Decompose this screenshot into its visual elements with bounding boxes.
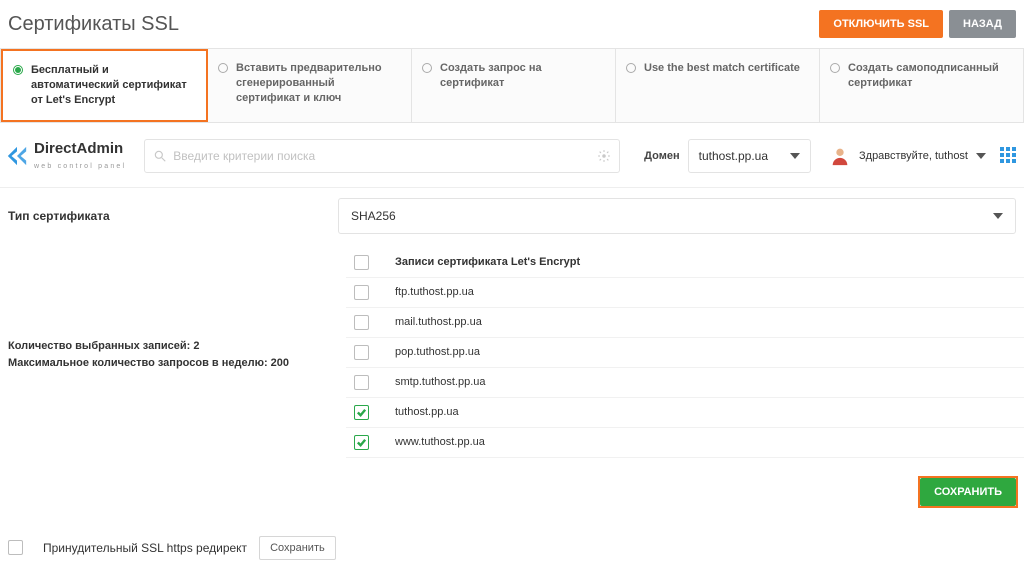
- tab-best-match[interactable]: Use the best match certificate: [616, 49, 820, 122]
- record-host: ftp.tuthost.pp.ua: [395, 286, 474, 298]
- ssl-tabs: Бесплатный и автоматический сертификат о…: [0, 48, 1024, 123]
- record-host: www.tuthost.pp.ua: [395, 436, 485, 448]
- record-checkbox[interactable]: [354, 435, 369, 450]
- tab-label: Создать запрос на сертификат: [440, 61, 605, 91]
- weekly-limit: Максимальное количество запросов в недел…: [8, 355, 346, 373]
- record-host: pop.tuthost.pp.ua: [395, 346, 480, 358]
- force-https-label: Принудительный SSL https редирект: [43, 541, 247, 555]
- record-host: mail.tuthost.pp.ua: [395, 316, 482, 328]
- radio-icon: [830, 63, 840, 73]
- record-row: ftp.tuthost.pp.ua: [346, 278, 1024, 308]
- record-checkbox[interactable]: [354, 345, 369, 360]
- tab-label: Вставить предварительно сгенерированный …: [236, 61, 401, 106]
- search-icon: [153, 149, 167, 163]
- tab-letsencrypt[interactable]: Бесплатный и автоматический сертификат о…: [1, 49, 208, 122]
- tab-self-signed[interactable]: Создать самоподписанный сертификат: [820, 49, 1023, 122]
- record-row: smtp.tuthost.pp.ua: [346, 368, 1024, 398]
- force-https-checkbox[interactable]: [8, 540, 23, 555]
- radio-icon: [13, 65, 23, 75]
- cert-type-label: Тип сертификата: [8, 209, 338, 223]
- record-host: smtp.tuthost.pp.ua: [395, 376, 486, 388]
- apps-grid-icon[interactable]: [1000, 147, 1018, 165]
- record-host: tuthost.pp.ua: [395, 406, 459, 418]
- records-table: Записи сертификата Let's Encrypt ftp.tut…: [346, 248, 1024, 458]
- chevron-down-icon: [993, 213, 1003, 219]
- domain-select[interactable]: tuthost.pp.ua: [688, 139, 811, 173]
- selected-count: Количество выбранных записей: 2: [8, 338, 346, 356]
- record-row: www.tuthost.pp.ua: [346, 428, 1024, 458]
- radio-icon: [218, 63, 228, 73]
- domain-value: tuthost.pp.ua: [699, 149, 768, 163]
- back-button[interactable]: НАЗАД: [949, 10, 1016, 38]
- logo-subtitle: web control panel: [34, 163, 126, 170]
- footer-save-button[interactable]: Сохранить: [259, 536, 336, 560]
- record-checkbox[interactable]: [354, 405, 369, 420]
- tab-paste-cert[interactable]: Вставить предварительно сгенерированный …: [208, 49, 412, 122]
- records-header: Записи сертификата Let's Encrypt: [395, 256, 580, 268]
- record-row: mail.tuthost.pp.ua: [346, 308, 1024, 338]
- logo-text: DirectAdmin: [34, 140, 126, 157]
- cert-type-value: SHA256: [351, 209, 396, 223]
- directadmin-logo-icon: [6, 145, 28, 167]
- save-button[interactable]: СОХРАНИТЬ: [920, 478, 1016, 506]
- tab-label: Use the best match certificate: [644, 61, 800, 76]
- search-input[interactable]: [173, 149, 597, 163]
- greeting: Здравствуйте, tuthost: [859, 150, 968, 162]
- gear-icon[interactable]: [597, 149, 611, 163]
- tab-csr[interactable]: Создать запрос на сертификат: [412, 49, 616, 122]
- product-logo: DirectAdmin web control panel: [6, 140, 126, 171]
- page-title: Сертификаты SSL: [8, 13, 179, 36]
- record-row: tuthost.pp.ua: [346, 398, 1024, 428]
- radio-icon: [422, 63, 432, 73]
- record-checkbox[interactable]: [354, 285, 369, 300]
- record-row: pop.tuthost.pp.ua: [346, 338, 1024, 368]
- record-checkbox[interactable]: [354, 315, 369, 330]
- tab-label: Бесплатный и автоматический сертификат о…: [31, 63, 196, 108]
- avatar-icon: [829, 145, 851, 167]
- chevron-down-icon[interactable]: [976, 153, 986, 159]
- tab-label: Создать самоподписанный сертификат: [848, 61, 1013, 91]
- chevron-down-icon: [790, 153, 800, 159]
- disable-ssl-button[interactable]: ОТКЛЮЧИТЬ SSL: [819, 10, 943, 38]
- radio-icon: [626, 63, 636, 73]
- domain-label: Домен: [644, 150, 679, 162]
- search-field[interactable]: [144, 139, 620, 173]
- select-all-checkbox[interactable]: [354, 255, 369, 270]
- cert-type-select[interactable]: SHA256: [338, 198, 1016, 234]
- record-checkbox[interactable]: [354, 375, 369, 390]
